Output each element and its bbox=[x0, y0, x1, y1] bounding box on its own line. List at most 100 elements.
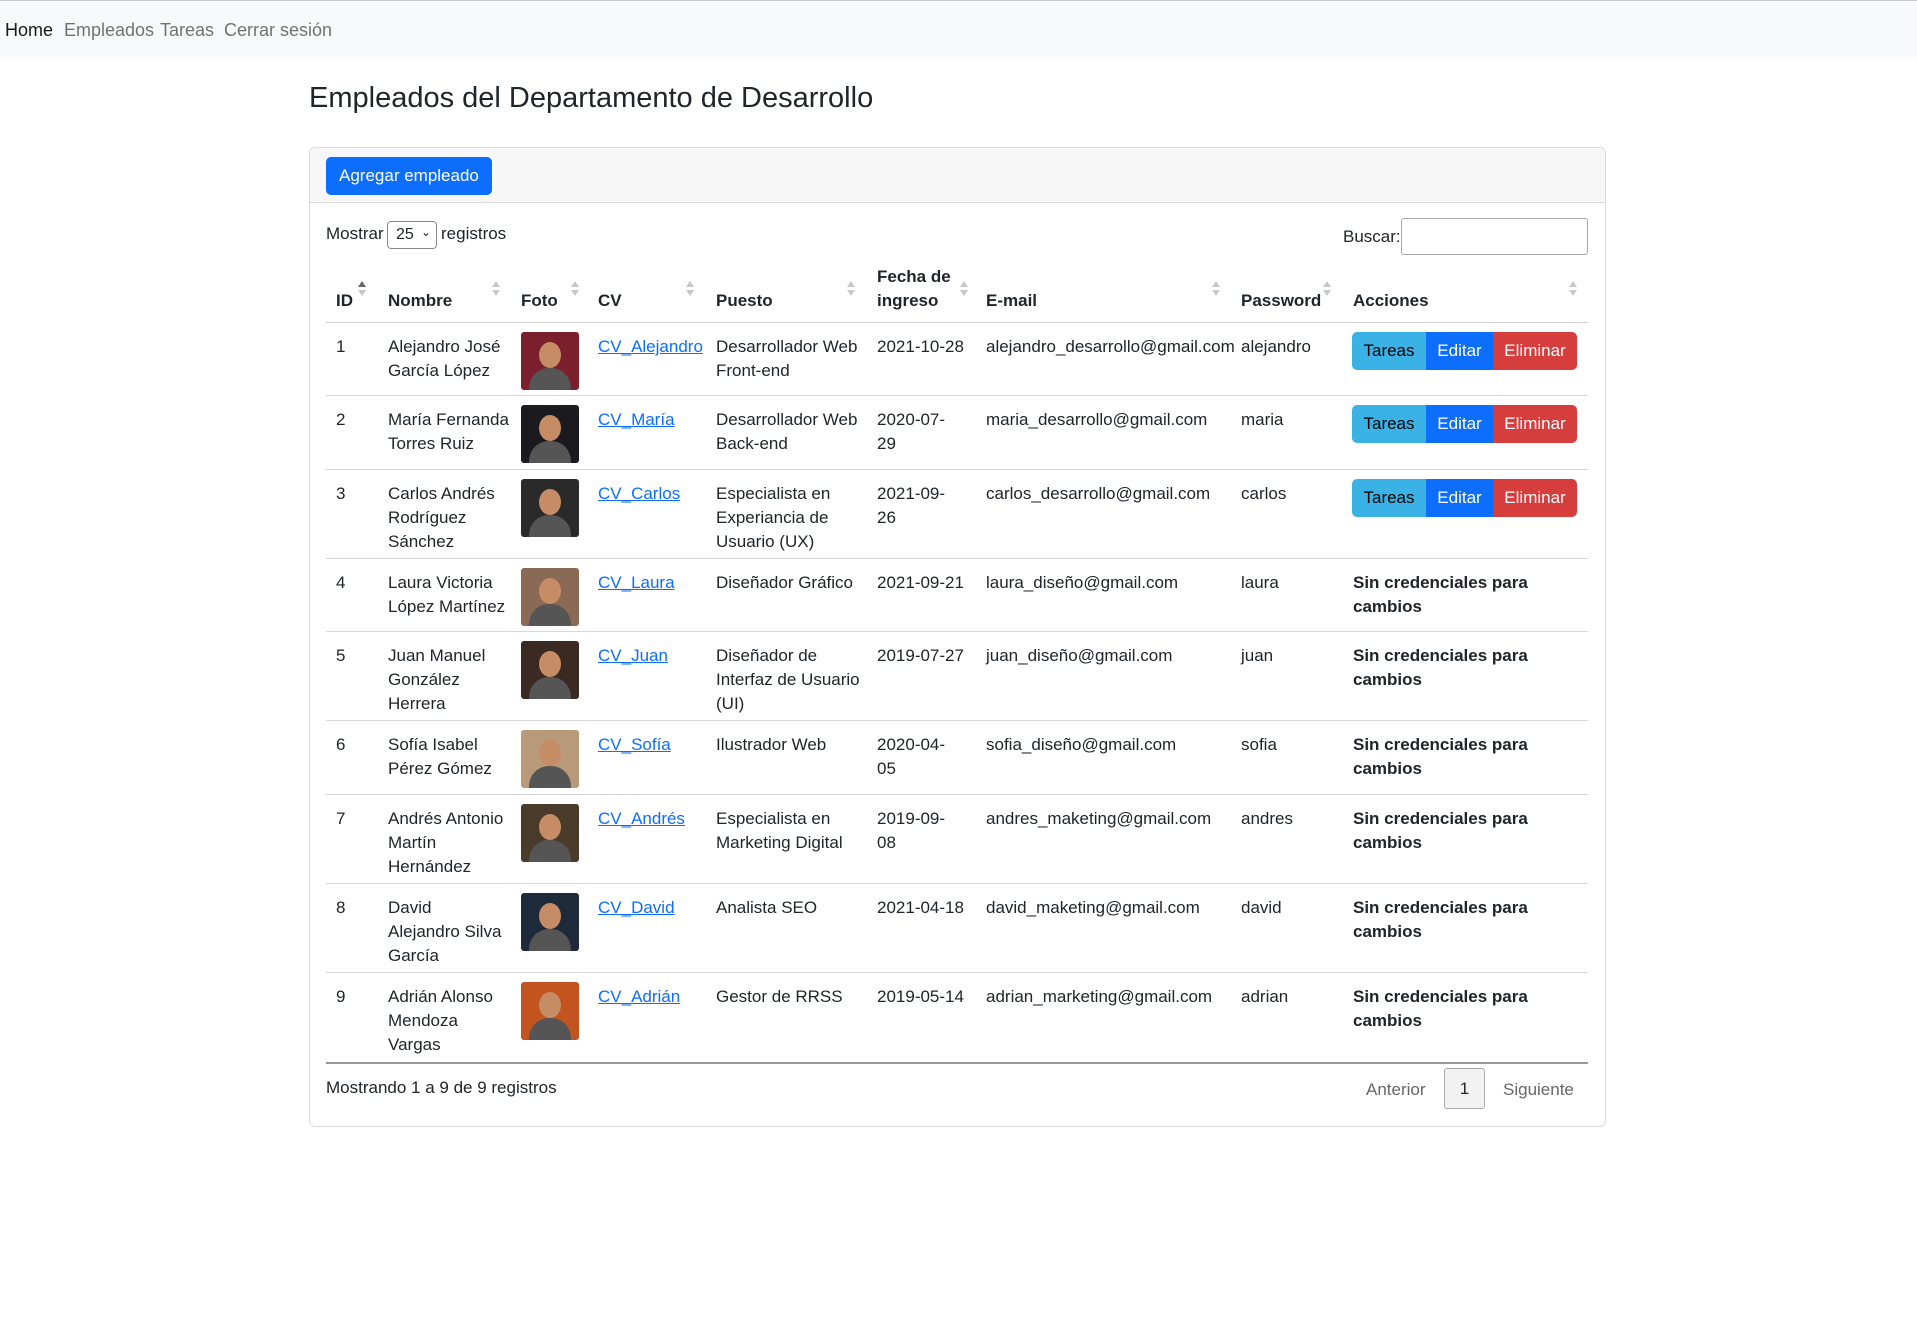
header-acciones[interactable]: Acciones bbox=[1353, 289, 1429, 313]
cell-nombre: María Fernanda Torres Ruiz bbox=[388, 408, 509, 456]
sort-icon bbox=[686, 281, 694, 299]
cell-nombre-line: López Martínez bbox=[388, 597, 506, 616]
cv-link[interactable]: CV_Alejandro bbox=[598, 335, 703, 359]
cell-email: sofia_diseño@gmail.com bbox=[986, 735, 1177, 754]
header-password[interactable]: Password bbox=[1241, 289, 1321, 313]
eliminar-button[interactable]: Eliminar bbox=[1493, 332, 1577, 370]
eliminar-button[interactable]: Eliminar bbox=[1493, 479, 1577, 517]
page-title: Empleados del Departamento de Desarrollo bbox=[309, 82, 874, 114]
cell-puesto-line: (UI) bbox=[716, 694, 745, 713]
cell-password: andres bbox=[1241, 809, 1293, 828]
tareas-button[interactable]: Tareas bbox=[1352, 405, 1426, 443]
cell-puesto-line: Ilustrador Web bbox=[716, 735, 827, 754]
length-select[interactable]: 25 ⌄ bbox=[387, 221, 437, 249]
search-input[interactable] bbox=[1401, 218, 1588, 255]
header-fecha-line2[interactable]: ingreso bbox=[877, 289, 938, 313]
cell-password: sofia bbox=[1241, 735, 1277, 754]
cell-puesto-line: Front-end bbox=[716, 361, 790, 380]
cell-id: 4 bbox=[336, 573, 346, 592]
cell-id: 1 bbox=[336, 337, 346, 356]
table-row: 1 Alejandro José García López CV_Alejandro D… bbox=[326, 323, 1588, 396]
length-suffix: registros bbox=[441, 224, 507, 243]
table-row: 6 Sofía Isabel Pérez Gómez CV_Sofía Ilustrad… bbox=[326, 721, 1588, 795]
tareas-button[interactable]: Tareas bbox=[1352, 332, 1426, 370]
header-puesto[interactable]: Puesto bbox=[716, 289, 773, 313]
cell-nombre-line: Rodríguez bbox=[388, 508, 467, 527]
cell-nombre: Adrián Alonso Mendoza Vargas bbox=[388, 985, 493, 1057]
cell-puesto-line: Diseñador Gráfico bbox=[716, 573, 854, 592]
header-cv[interactable]: CV bbox=[598, 289, 622, 313]
cell-email: laura_diseño@gmail.com bbox=[986, 573, 1179, 592]
cell-nombre: Alejandro José García López bbox=[388, 335, 500, 383]
header-email[interactable]: E-mail bbox=[986, 289, 1037, 313]
nav-cerrar-sesion[interactable]: Cerrar sesión bbox=[224, 20, 332, 41]
editar-button[interactable]: Editar bbox=[1426, 479, 1493, 517]
add-employee-button[interactable]: Agregar empleado bbox=[326, 157, 492, 195]
cell-puesto: Diseñador de Interfaz de Usuario (UI) bbox=[716, 644, 860, 716]
employee-photo bbox=[521, 405, 579, 463]
cv-link[interactable]: CV_Juan bbox=[598, 644, 668, 668]
cell-nombre: Juan Manuel González Herrera bbox=[388, 644, 485, 716]
cell-fecha-line: 2019-05-14 bbox=[877, 987, 964, 1006]
cell-puesto-line: Back-end bbox=[716, 434, 788, 453]
sort-asc-icon bbox=[358, 281, 366, 299]
cell-nombre: Carlos Andrés Rodríguez Sánchez bbox=[388, 482, 495, 554]
sort-icon bbox=[1569, 281, 1577, 299]
cell-nombre-line: Pérez Gómez bbox=[388, 759, 492, 778]
cell-password: carlos bbox=[1241, 484, 1287, 503]
cell-nombre-line: García López bbox=[388, 361, 491, 380]
cv-link[interactable]: CV_Carlos bbox=[598, 482, 680, 506]
eliminar-button[interactable]: Eliminar bbox=[1493, 405, 1577, 443]
header-fecha-line1[interactable]: Fecha de bbox=[877, 265, 951, 289]
cell-fecha-line: 2021-04-18 bbox=[877, 898, 964, 917]
no-credentials-text: Sin credenciales para cambios bbox=[1353, 987, 1528, 1030]
cell-puesto-line: Especialista en bbox=[716, 484, 831, 503]
cell-puesto: Ilustrador Web bbox=[716, 733, 826, 757]
cv-link[interactable]: CV_Sofía bbox=[598, 733, 671, 757]
nav-tareas[interactable]: Tareas bbox=[160, 20, 214, 41]
no-credentials-text: Sin credenciales para cambios bbox=[1353, 809, 1528, 852]
cell-nombre-line: González bbox=[388, 670, 460, 689]
no-credentials-text: Sin credenciales para cambios bbox=[1353, 573, 1528, 616]
nav-home[interactable]: Home bbox=[5, 20, 53, 41]
cv-link[interactable]: CV_Laura bbox=[598, 571, 675, 595]
table-row: 9 Adrián Alonso Mendoza Vargas CV_Adrián Gest… bbox=[326, 973, 1588, 1064]
cell-id: 7 bbox=[336, 809, 346, 828]
length-prefix: Mostrar bbox=[326, 224, 384, 243]
header-id[interactable]: ID bbox=[336, 289, 353, 313]
cell-fecha-line: 2021-09-21 bbox=[877, 573, 964, 592]
table-row: 2 María Fernanda Torres Ruiz CV_María Desarr… bbox=[326, 396, 1588, 470]
editar-button[interactable]: Editar bbox=[1426, 405, 1493, 443]
cell-fecha: 2021-04-18 bbox=[877, 896, 964, 920]
cell-nombre-line: Adrián Alonso bbox=[388, 987, 493, 1006]
cell-puesto-line: Especialista en bbox=[716, 809, 831, 828]
pagination-next[interactable]: Siguiente bbox=[1503, 1080, 1574, 1100]
cell-fecha: 2021-10-28 bbox=[877, 335, 964, 359]
cell-fecha-line: 2021-09- bbox=[877, 484, 946, 503]
editar-button[interactable]: Editar bbox=[1426, 332, 1493, 370]
employee-photo bbox=[521, 804, 579, 862]
cell-password: laura bbox=[1241, 573, 1279, 592]
cell-fecha: 2021-09-21 bbox=[877, 571, 964, 595]
card-header: Agregar empleado bbox=[310, 148, 1605, 203]
cell-puesto-line: Marketing Digital bbox=[716, 833, 843, 852]
header-nombre[interactable]: Nombre bbox=[388, 289, 452, 313]
table-row: 3 Carlos Andrés Rodríguez Sánchez CV_Carlos E… bbox=[326, 470, 1588, 559]
cell-email: andres_maketing@gmail.com bbox=[986, 809, 1212, 828]
cv-link[interactable]: CV_David bbox=[598, 896, 675, 920]
cell-puesto: Gestor de RRSS bbox=[716, 985, 843, 1009]
nav-empleados[interactable]: Empleados bbox=[64, 20, 154, 41]
cell-id: 8 bbox=[336, 898, 346, 917]
header-foto[interactable]: Foto bbox=[521, 289, 558, 313]
tareas-button[interactable]: Tareas bbox=[1352, 479, 1426, 517]
cell-email: david_maketing@gmail.com bbox=[986, 898, 1200, 917]
cv-link[interactable]: CV_Andrés bbox=[598, 807, 685, 831]
pagination-prev[interactable]: Anterior bbox=[1366, 1080, 1426, 1100]
cell-password: adrian bbox=[1241, 987, 1289, 1006]
cell-nombre-line: Alejandro Silva bbox=[388, 922, 502, 941]
cv-link[interactable]: CV_Adrián bbox=[598, 985, 680, 1009]
cv-link[interactable]: CV_María bbox=[598, 408, 675, 432]
cell-nombre: David Alejandro Silva García bbox=[388, 896, 501, 968]
pagination-page-1[interactable]: 1 bbox=[1444, 1068, 1485, 1109]
cell-email: juan_diseño@gmail.com bbox=[986, 646, 1173, 665]
